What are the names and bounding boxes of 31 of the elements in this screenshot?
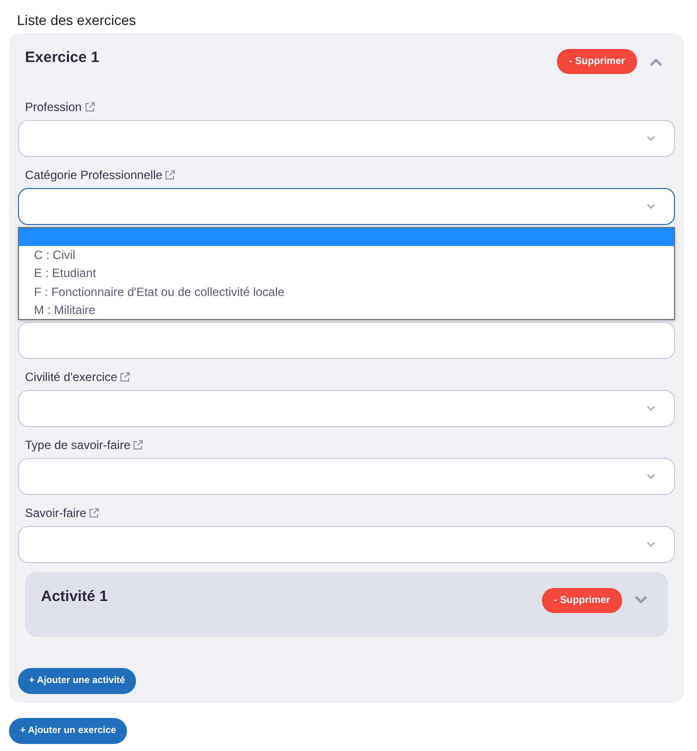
external-link-icon[interactable]: [165, 170, 176, 180]
field-label: Profession: [25, 99, 82, 116]
input-field[interactable]: [18, 322, 675, 359]
dropdown-option[interactable]: [19, 228, 674, 246]
field-label: Catégorie Professionnelle: [25, 167, 162, 184]
activity-title: Activité 1: [41, 588, 108, 606]
exercise-title: Exercice 1: [25, 49, 100, 67]
dropdown-option[interactable]: M : Militaire: [19, 300, 674, 319]
select-field[interactable]: [18, 188, 675, 225]
chevron-down-icon: [647, 474, 655, 479]
external-link-icon[interactable]: [133, 440, 144, 450]
dropdown-option[interactable]: E : Etudiant: [19, 264, 674, 283]
field-label: Savoir-faire: [25, 504, 86, 522]
dropdown-option[interactable]: C : Civil: [19, 246, 674, 264]
section-heading: Liste des exercices: [17, 11, 136, 29]
chevron-down-icon: [647, 542, 655, 547]
add-activity-button[interactable]: + Ajouter une activité: [18, 668, 136, 694]
chevron-up-icon[interactable]: [650, 58, 662, 66]
external-link-icon[interactable]: [84, 102, 95, 112]
dropdown-option[interactable]: F : Fonctionnaire d'Etat ou de collectivité locale: [19, 282, 674, 301]
field-label: Civilité d'exercice: [25, 368, 118, 386]
external-link-icon[interactable]: [89, 508, 100, 518]
chevron-down-icon: [647, 406, 655, 411]
add-exercise-button[interactable]: + Ajouter un exercice: [9, 718, 128, 744]
external-link-icon[interactable]: [120, 372, 130, 382]
field-label: Type de savoir-faire: [25, 436, 130, 454]
chevron-down-icon: [647, 204, 655, 209]
chevron-down-icon[interactable]: [635, 596, 647, 604]
delete-button[interactable]: - Supprimer: [542, 588, 622, 613]
delete-button[interactable]: - Supprimer: [556, 49, 637, 74]
chevron-down-icon: [647, 136, 655, 141]
